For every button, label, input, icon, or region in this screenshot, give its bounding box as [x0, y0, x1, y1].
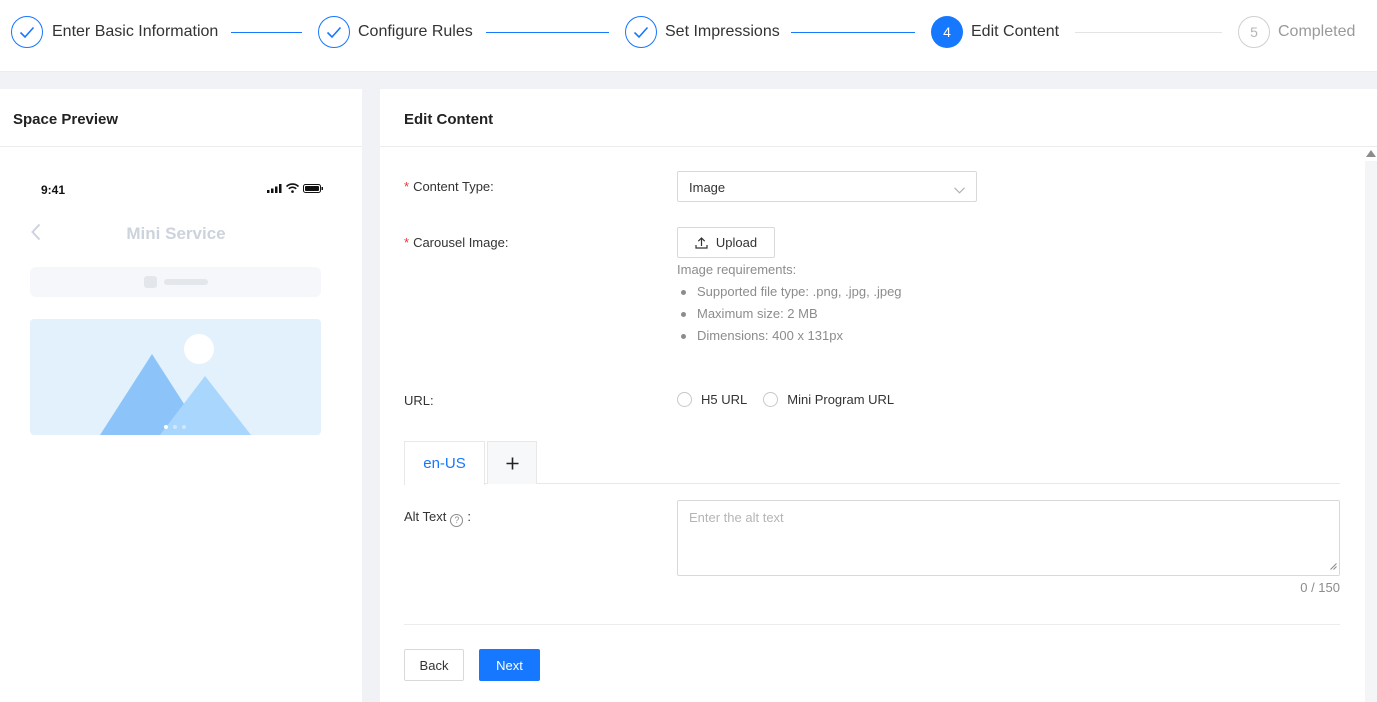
- radio-mini-program-url[interactable]: Mini Program URL: [763, 392, 894, 407]
- back-button[interactable]: Back: [404, 649, 464, 681]
- carousel-image-label: * Carousel Image:: [404, 235, 509, 250]
- question-circle-icon[interactable]: ?: [450, 513, 464, 527]
- step-connector: [486, 32, 609, 33]
- steps-bar: Enter Basic Information Configure Rules …: [0, 0, 1377, 72]
- content-type-value: Image: [689, 180, 726, 195]
- requirement-item: Supported file type: .png, .jpg, .jpeg: [677, 281, 902, 303]
- url-type-radio-group: H5 URL Mini Program URL: [677, 392, 910, 407]
- upload-button[interactable]: Upload: [677, 227, 775, 258]
- upload-button-label: Upload: [715, 235, 758, 250]
- wifi-icon: [286, 183, 299, 193]
- radio-label: H5 URL: [701, 392, 748, 407]
- language-tabs: en-US: [404, 441, 1340, 485]
- divider: [0, 146, 362, 147]
- tab-en-us[interactable]: en-US: [404, 441, 485, 485]
- alt-text-input[interactable]: Enter the alt text: [677, 500, 1340, 576]
- phone-search-placeholder: [30, 267, 321, 297]
- edit-content-panel: Edit Content * Content Type: Image * Carou…: [380, 89, 1377, 702]
- step-2-check-icon: [318, 16, 350, 48]
- scroll-up-arrow-icon[interactable]: [1366, 150, 1376, 157]
- battery-icon: [303, 184, 323, 193]
- character-counter: 0 / 150: [1300, 580, 1340, 595]
- required-mark: *: [404, 235, 410, 250]
- preview-title: Space Preview: [13, 111, 119, 128]
- step-3-check-icon: [625, 16, 657, 48]
- step-1-label: Enter Basic Information: [52, 23, 219, 40]
- image-placeholder-icon: [100, 334, 251, 435]
- next-button[interactable]: Next: [479, 649, 540, 681]
- form-title: Edit Content: [404, 111, 494, 128]
- chevron-down-icon: [954, 181, 965, 197]
- radio-label: Mini Program URL: [787, 392, 895, 407]
- step-1-check-icon: [11, 16, 43, 48]
- step-3-label: Set Impressions: [665, 23, 780, 40]
- alt-text-label: Alt Text?:: [404, 509, 472, 527]
- step-connector: [1075, 32, 1222, 33]
- upload-icon: [695, 236, 708, 249]
- divider: [380, 146, 1377, 147]
- content-type-label: * Content Type:: [404, 179, 494, 194]
- step-5-number: 5: [1238, 16, 1270, 48]
- add-language-tab[interactable]: [487, 441, 537, 484]
- signal-icon: [267, 184, 282, 193]
- phone-page-title: Mini Service: [126, 224, 226, 243]
- step-4-label: Edit Content: [971, 23, 1060, 40]
- radio-circle[interactable]: [763, 392, 779, 407]
- step-4-number: 4: [931, 16, 963, 48]
- space-preview-panel: Space Preview 9:41 Mini Service: [0, 89, 362, 702]
- divider: [404, 624, 1340, 625]
- image-requirements-list: Supported file type: .png, .jpg, .jpeg M…: [677, 281, 902, 347]
- image-requirements-title: Image requirements:: [677, 262, 797, 277]
- alt-text-placeholder: Enter the alt text: [689, 510, 784, 525]
- content-type-select[interactable]: Image: [677, 171, 977, 202]
- step-connector: [231, 32, 302, 33]
- step-connector: [791, 32, 915, 33]
- radio-h5-url[interactable]: H5 URL: [677, 392, 747, 407]
- step-2-label: Configure Rules: [358, 23, 473, 40]
- step-5-label: Completed: [1278, 23, 1356, 40]
- radio-circle[interactable]: [677, 392, 692, 407]
- requirement-item: Dimensions: 400 x 131px: [677, 325, 902, 347]
- url-label: URL:: [404, 393, 434, 408]
- phone-time: 9:41: [41, 183, 66, 197]
- required-mark: *: [404, 179, 410, 194]
- carousel-banner-placeholder: [30, 319, 321, 435]
- resize-grip-icon[interactable]: [1330, 557, 1337, 573]
- phone-status-bar: [267, 183, 323, 193]
- scrollbar[interactable]: [1365, 161, 1377, 702]
- plus-icon: [506, 457, 518, 469]
- requirement-item: Maximum size: 2 MB: [677, 303, 902, 325]
